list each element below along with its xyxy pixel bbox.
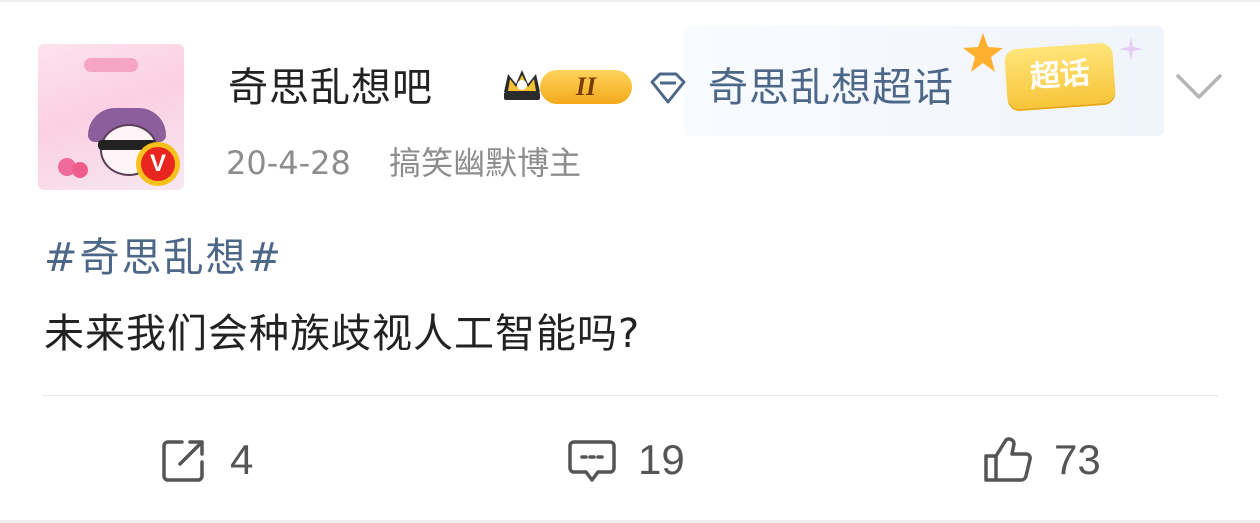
comment-icon	[568, 440, 616, 482]
post-meta: 20-4-28 搞笑幽默博主	[226, 140, 609, 186]
sparkle-icon	[1119, 37, 1143, 61]
comment-button[interactable]: 19	[566, 430, 685, 490]
repost-button[interactable]: 4	[158, 430, 253, 490]
actions-divider	[42, 395, 1218, 396]
verified-badge: V	[136, 142, 180, 186]
diamond-icon	[650, 72, 686, 104]
crown-icon	[504, 70, 540, 100]
like-count: 73	[1054, 436, 1101, 483]
avatar-cherry-2	[72, 162, 88, 178]
like-icon	[984, 437, 1032, 482]
repost-icon	[162, 440, 204, 482]
weibo-post-card: V 奇思乱想吧 II 奇思乱想超话 超话 20-4-28 搞笑幽默博主 #奇思乱…	[0, 0, 1260, 523]
verified-badge-label: V	[141, 147, 175, 181]
repost-count: 4	[230, 436, 254, 483]
like-button[interactable]: 73	[982, 430, 1101, 490]
post-date: 20-4-28	[226, 144, 351, 182]
user-category: 搞笑幽默博主	[389, 144, 582, 182]
star-icon	[963, 33, 1003, 72]
hashtag-link[interactable]: #奇思乱想#	[44, 230, 283, 286]
chaohua-badge: 超话	[1004, 42, 1116, 110]
top-divider	[0, 0, 1260, 2]
chevron-down-icon[interactable]	[1172, 66, 1226, 106]
topic-name[interactable]: 奇思乱想超话	[708, 60, 954, 116]
post-text: 未来我们会种族歧视人工智能吗?	[44, 311, 641, 357]
level-badge: II	[540, 70, 632, 104]
avatar-banner	[84, 58, 138, 72]
username[interactable]: 奇思乱想吧	[228, 60, 433, 116]
comment-count: 19	[638, 436, 685, 483]
